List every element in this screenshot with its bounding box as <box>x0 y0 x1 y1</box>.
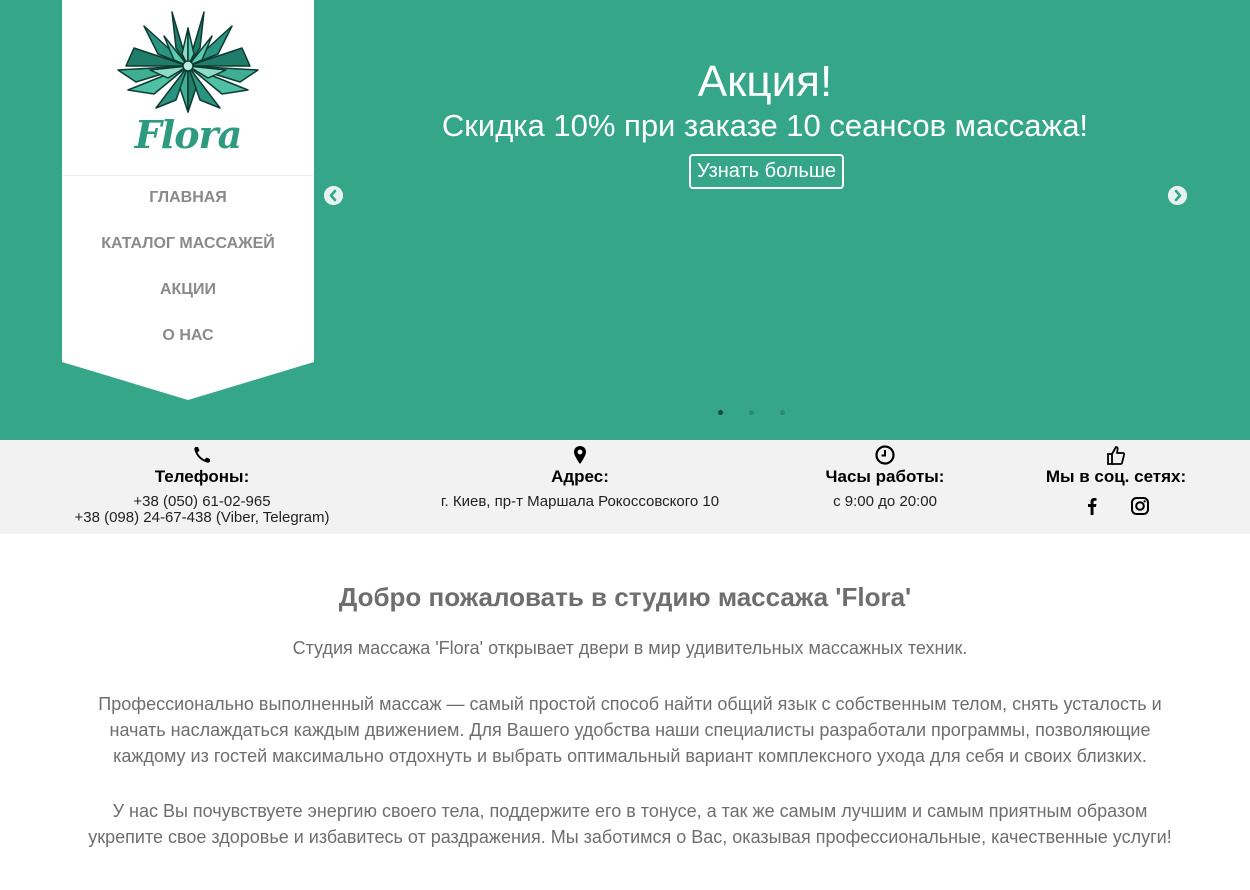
intro-paragraph: Студия массажа 'Flora' открывает двери в… <box>292 638 968 658</box>
social-links <box>1030 495 1202 517</box>
hero-subtitle: Скидка 10% при заказе 10 сеансов массажа… <box>441 108 1089 143</box>
slider-dot-2[interactable] <box>749 410 754 415</box>
hours-title: Часы работы: <box>825 467 945 486</box>
hero-slider: Акция! Скидка 10% при заказе 10 сеансов … <box>0 0 1250 440</box>
welcome-heading: Добро пожаловать в студию массажа 'Flora… <box>338 582 912 612</box>
phones-block: Телефоны: +38 (050) 61-02-965 +38 (098) … <box>62 444 342 526</box>
slider-dot-3[interactable] <box>780 410 785 415</box>
address-block: Адрес: г. Киев, пр-т Маршала Рокоссовско… <box>405 444 755 510</box>
phone-number-1[interactable]: +38 (050) 61-02-965 <box>62 494 342 510</box>
slider-next-button[interactable] <box>1168 186 1187 205</box>
address-title: Адрес: <box>551 467 609 486</box>
facebook-icon[interactable] <box>1081 495 1103 517</box>
clock-icon <box>875 445 895 465</box>
sidebar-panel: Flora ГЛАВНАЯ КАТАЛОГ МАССАЖЕЙ АКЦИИ О Н… <box>62 0 314 400</box>
phone-icon <box>194 447 210 463</box>
flora-logo-icon[interactable] <box>114 8 262 114</box>
hero-title: Акция! <box>697 57 833 106</box>
main-nav: ГЛАВНАЯ КАТАЛОГ МАССАЖЕЙ АКЦИИ О НАС <box>62 186 314 370</box>
map-pin-icon <box>574 446 586 464</box>
learn-more-button[interactable]: Узнать больше <box>689 154 845 189</box>
phone-number-2[interactable]: +38 (098) 24-67-438 (Viber, Telegram) <box>62 510 342 526</box>
instagram-icon[interactable] <box>1129 495 1151 517</box>
thumbs-up-icon <box>1107 446 1126 465</box>
nav-item-about[interactable]: О НАС <box>62 324 314 370</box>
contact-info-bar: Телефоны: +38 (050) 61-02-965 +38 (098) … <box>0 440 1250 534</box>
benefits-paragraph: У нас Вы почувствуете энергию своего тел… <box>88 801 1172 847</box>
divider <box>62 175 314 176</box>
nav-item-promotions[interactable]: АКЦИИ <box>62 278 314 324</box>
nav-item-home[interactable]: ГЛАВНАЯ <box>62 186 314 232</box>
chevron-right-icon <box>1168 186 1187 205</box>
phones-title: Телефоны: <box>154 467 250 486</box>
description-paragraph: Профессионально выполненный массаж — сам… <box>98 694 1162 766</box>
slider-prev-button[interactable] <box>324 186 343 205</box>
slider-dots <box>718 410 785 415</box>
social-title: Мы в соц. сетях: <box>1045 467 1187 486</box>
social-block: Мы в соц. сетях: <box>1030 444 1202 517</box>
address-text: г. Киев, пр-т Маршала Рокоссовского 10 <box>440 493 720 510</box>
brand-name[interactable]: Flora <box>62 112 314 157</box>
hours-block: Часы работы: с 9:00 до 20:00 <box>800 444 970 510</box>
nav-item-catalog[interactable]: КАТАЛОГ МАССАЖЕЙ <box>62 232 314 278</box>
chevron-left-icon <box>324 186 343 205</box>
slider-dot-1[interactable] <box>718 410 723 415</box>
hours-text: с 9:00 до 20:00 <box>833 493 937 510</box>
